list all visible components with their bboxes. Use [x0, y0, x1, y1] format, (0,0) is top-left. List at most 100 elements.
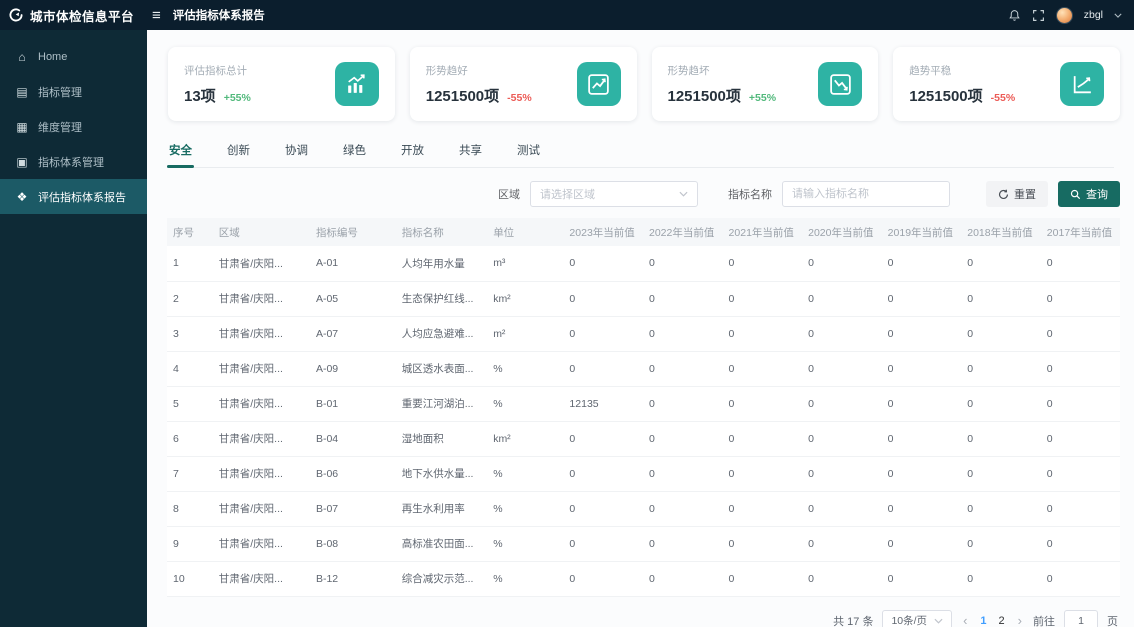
column-header: 2020年当前值: [802, 218, 882, 246]
cell-year-value: 0: [961, 421, 1041, 457]
cell-year-value: 0: [1040, 526, 1120, 562]
avatar[interactable]: [1055, 6, 1073, 24]
stat-card-label: 形势趋好: [425, 64, 468, 77]
cell-year-value: 0: [961, 526, 1041, 562]
cell-name: 综合减灾示范...: [395, 561, 488, 597]
cell-year-value: 0: [961, 491, 1041, 527]
prev-page-button[interactable]: ‹: [961, 614, 969, 627]
table-row[interactable]: 1 甘肃省/庆阳... A-01 人均年用水量 m³ 0 0 0 0 0 0 0: [167, 246, 1120, 282]
tab-开放[interactable]: 开放: [399, 137, 426, 167]
tab-绿色[interactable]: 绿色: [341, 137, 368, 167]
cell-year-value: 0: [881, 281, 962, 317]
cell-year-value: 0: [642, 246, 723, 282]
column-header: 指标名称: [395, 218, 488, 246]
jump-page-input[interactable]: [1064, 609, 1098, 627]
notification-bell-icon[interactable]: [1008, 9, 1021, 22]
cell-name: 再生水利用率: [395, 491, 488, 527]
cell-code: A-01: [309, 246, 396, 282]
cell-year-value: 0: [881, 386, 962, 422]
brand-title: 城市体检信息平台: [30, 9, 135, 24]
stat-card-value: 13项: [184, 87, 216, 105]
tab-创新[interactable]: 创新: [225, 137, 252, 167]
cell-year-value: 0: [961, 456, 1041, 492]
table-row[interactable]: 9 甘肃省/庆阳... B-08 高标准农田面...% 0 0 0 0 0 0 0: [167, 526, 1120, 562]
tab-测试[interactable]: 测试: [515, 137, 542, 167]
line-chart-flat-icon: [1060, 62, 1104, 106]
cell-year-value: 0: [722, 386, 803, 422]
page-size-select[interactable]: 10条/页: [882, 609, 953, 627]
cell-name: 城区透水表面...: [395, 351, 488, 387]
cell-year-value: 0: [563, 491, 643, 527]
sidebar-item-指标体系管理[interactable]: ▣ 指标体系管理: [0, 144, 147, 179]
cell-unit: km²: [487, 421, 564, 457]
region-select[interactable]: 请选择区域: [530, 181, 698, 207]
tab-安全[interactable]: 安全: [167, 137, 194, 168]
chevron-down-icon[interactable]: [1114, 13, 1122, 18]
cell-year-value: 0: [722, 281, 803, 317]
table-row[interactable]: 2 甘肃省/庆阳... A-05 生态保护红线... km² 0 0 0 0 0 0 0: [167, 281, 1120, 317]
cell-year-value: 0: [881, 561, 962, 597]
stat-card-value-row: 1251500项 +55%: [668, 85, 777, 106]
table-row[interactable]: 7 甘肃省/庆阳... B-06 地下水供水量...% 0 0 0 0 0 0 0: [167, 456, 1120, 492]
cell-year-value: 0: [961, 351, 1041, 387]
page-number-2[interactable]: 2: [997, 615, 1007, 627]
table-row[interactable]: 3 甘肃省/庆阳... A-07 人均应急避难... m² 0 0 0 0 0 0 0: [167, 316, 1120, 352]
cell-unit: %: [487, 491, 564, 527]
indicator-name-label: 指标名称: [728, 189, 772, 201]
tab-协调[interactable]: 协调: [283, 137, 310, 167]
hamburger-menu-icon[interactable]: ≡: [152, 8, 161, 23]
sidebar: ⌂ Home ▤ 指标管理 ▦ 维度管理 ▣ 指标体系管理 ❖ 评估指标体系报告: [0, 30, 147, 627]
cell-code: A-09: [309, 351, 396, 387]
cell-year-value: 0: [563, 316, 643, 352]
sidebar-item-维度管理[interactable]: ▦ 维度管理: [0, 109, 147, 144]
cell-region: 甘肃省/庆阳...: [212, 421, 310, 457]
username[interactable]: zbgl: [1084, 9, 1103, 21]
cell-year-value: 0: [722, 421, 803, 457]
cell-year-value: 0: [802, 386, 882, 422]
cell-name: 生态保护红线...: [395, 281, 488, 317]
table-row[interactable]: 8 甘肃省/庆阳... B-07 再生水利用率% 0 0 0 0 0 0 0: [167, 491, 1120, 527]
cell-year-value: 0: [642, 281, 723, 317]
cell-year-value: 0: [802, 246, 882, 282]
cell-year-value: 0: [802, 421, 882, 457]
table-row[interactable]: 5 甘肃省/庆阳... B-01 重要江河湖泊...% 12135 0 0 0 0 0 0: [167, 386, 1120, 422]
cell-code: B-07: [309, 491, 396, 527]
cell-year-value: 0: [642, 421, 723, 457]
cell-year-value: 0: [642, 351, 723, 387]
chevron-down-icon: [934, 618, 943, 624]
reset-button[interactable]: 重置: [986, 181, 1048, 207]
cell-name: 高标准农田面...: [395, 526, 488, 562]
cell-name: 人均应急避难...: [395, 316, 488, 352]
sidebar-item-指标管理[interactable]: ▤ 指标管理: [0, 74, 147, 109]
column-header: 2019年当前值: [881, 218, 962, 246]
cell-year-value: 12135: [563, 386, 643, 422]
stat-card-value: 1251500项: [667, 87, 741, 105]
cell-year-value: 0: [961, 281, 1041, 317]
cell-unit: m³: [487, 246, 564, 282]
column-header: 2017年当前值: [1040, 218, 1120, 246]
indicator-name-input[interactable]: [782, 181, 950, 207]
fullscreen-icon[interactable]: [1032, 9, 1045, 22]
cell-unit: %: [487, 456, 564, 492]
bar-chart-up-icon: [334, 62, 379, 106]
sidebar-item-Home[interactable]: ⌂ Home: [0, 39, 147, 74]
table-row[interactable]: 6 甘肃省/庆阳... B-04 湿地面积 km² 0 0 0 0 0 0 0: [167, 421, 1120, 457]
page-number-1[interactable]: 1: [978, 615, 988, 627]
search-button[interactable]: 查询: [1058, 181, 1120, 207]
cell-year-value: 0: [1040, 491, 1120, 527]
reset-button-label: 重置: [1014, 189, 1036, 201]
cell-region: 甘肃省/庆阳...: [212, 281, 310, 317]
stat-card-text: 趋势平稳 1251500项 -55%: [909, 63, 1015, 106]
column-header: 2021年当前值: [722, 218, 803, 246]
table-row[interactable]: 10 甘肃省/庆阳... B-12 综合减灾示范...% 0 0 0 0 0 0 0: [167, 561, 1120, 597]
cell-year-value: 0: [722, 351, 803, 387]
sidebar-item-评估指标体系报告[interactable]: ❖ 评估指标体系报告: [0, 179, 147, 214]
tab-共享[interactable]: 共享: [457, 137, 484, 167]
indicator-table: 序号 区域 指标编号 指标名称 单位 2023年当前值 2022年当前值 2021年当前值 20…: [167, 218, 1120, 597]
cell-code: B-08: [309, 526, 396, 562]
cell-name: 人均年用水量: [395, 246, 488, 282]
next-page-button[interactable]: ›: [1016, 614, 1024, 627]
table-row[interactable]: 4 甘肃省/庆阳... A-09 城区透水表面...% 0 0 0 0 0 0 0: [167, 351, 1120, 387]
column-header: 区域: [212, 218, 310, 246]
cell-seq: 2: [167, 281, 213, 317]
